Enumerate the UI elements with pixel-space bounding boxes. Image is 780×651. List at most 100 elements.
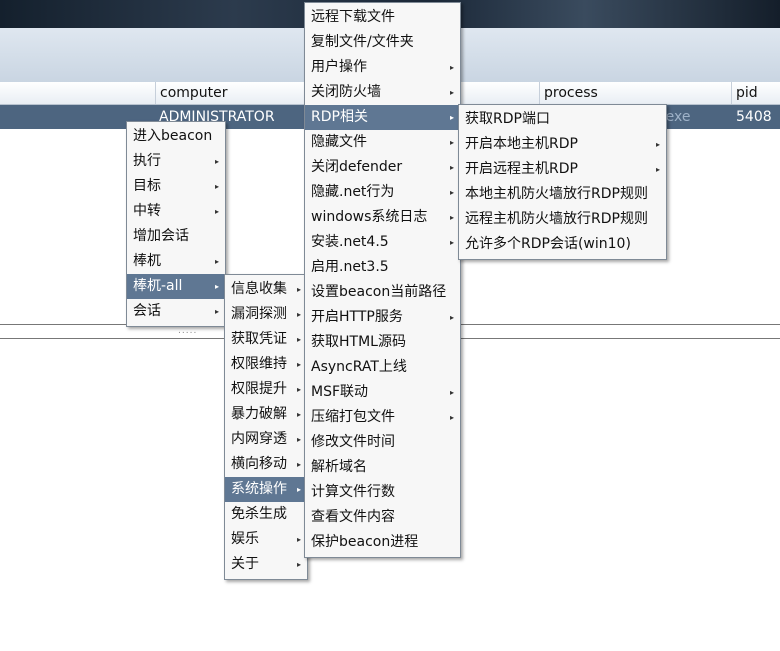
rdp-menu-item[interactable]: 开启远程主机RDP ▸ [459,157,666,182]
beacon-menu-item[interactable]: 目标 ▸ [127,174,225,199]
system-menu-item[interactable]: 查看文件内容 [305,505,460,530]
beacon-menu-item[interactable]: 进入beacon [127,124,225,149]
submenu-arrow-icon: ▸ [449,413,454,422]
submenu-arrow-icon: ▸ [449,138,454,147]
system-menu-item-label: RDP相关 [311,109,368,125]
submenu-arrow-icon: ▸ [296,410,301,419]
system-menu-item[interactable]: 解析域名 [305,455,460,480]
rdp-menu-item[interactable]: 获取RDP端口 [459,107,666,132]
submenu-arrow-icon: ▸ [214,307,219,316]
system-menu-item[interactable]: windows系统日志 ▸ [305,205,460,230]
all-menu-item-label: 系统操作 [231,481,287,497]
column-header-pid[interactable]: pid [731,82,780,104]
submenu-arrow-icon: ▸ [449,88,454,97]
all-menu-item[interactable]: 暴力破解 ▸ [225,402,307,427]
system-menu-item-label: 保护beacon进程 [311,534,419,550]
system-menu-item[interactable]: 隐藏文件 ▸ [305,130,460,155]
system-operation-submenu: 远程下载文件 复制文件/文件夹 用户操作 ▸ 关闭防火墙 ▸ RDP相关 ▸ 隐藏文件 ▸ 关闭de… [304,2,461,558]
all-menu-item[interactable]: 权限维持 ▸ [225,352,307,377]
system-menu-item-label: 用户操作 [311,59,367,75]
system-menu-item[interactable]: 复制文件/文件夹 [305,30,460,55]
system-menu-item[interactable]: 启用.net3.5 [305,255,460,280]
all-menu-item[interactable]: 系统操作 ▸ [225,477,307,502]
system-menu-item[interactable]: 用户操作 ▸ [305,55,460,80]
submenu-arrow-icon: ▸ [449,113,454,122]
rdp-menu-item-label: 开启本地主机RDP [465,136,578,152]
submenu-arrow-icon: ▸ [296,535,301,544]
all-menu-item-label: 信息收集 [231,281,287,297]
system-menu-item[interactable]: 远程下载文件 [305,5,460,30]
system-menu-item[interactable]: 安装.net4.5 ▸ [305,230,460,255]
rdp-menu-item[interactable]: 开启本地主机RDP ▸ [459,132,666,157]
all-menu-item[interactable]: 获取凭证 ▸ [225,327,307,352]
submenu-arrow-icon: ▸ [296,335,301,344]
rdp-submenu: 获取RDP端口开启本地主机RDP ▸ 开启远程主机RDP ▸ 本地主机防火墙放行RDP规… [458,104,667,260]
beacon-menu-item[interactable]: 棒杌-all ▸ [127,274,225,299]
beacon-menu-item[interactable]: 执行 ▸ [127,149,225,174]
system-menu-item[interactable]: 保护beacon进程 [305,530,460,555]
submenu-arrow-icon: ▸ [296,485,301,494]
submenu-arrow-icon: ▸ [655,165,660,174]
submenu-arrow-icon: ▸ [449,188,454,197]
rdp-menu-item[interactable]: 允许多个RDP会话(win10) [459,232,666,257]
submenu-arrow-icon: ▸ [655,140,660,149]
submenu-arrow-icon: ▸ [449,238,454,247]
all-menu-item[interactable]: 娱乐 ▸ [225,527,307,552]
rdp-menu-item-label: 远程主机防火墙放行RDP规则 [465,211,648,227]
system-menu-item-label: 压缩打包文件 [311,409,395,425]
all-menu-item[interactable]: 信息收集 ▸ [225,277,307,302]
system-menu-item-label: 计算文件行数 [311,484,395,500]
submenu-arrow-icon: ▸ [296,285,301,294]
rdp-menu-item-label: 开启远程主机RDP [465,161,578,177]
column-header-process[interactable]: process [539,82,732,104]
system-menu-item[interactable]: RDP相关 ▸ [305,105,460,130]
submenu-arrow-icon: ▸ [214,182,219,191]
system-menu-item[interactable]: 设置beacon当前路径 [305,280,460,305]
system-menu-item-label: windows系统日志 [311,209,428,225]
all-menu-item-label: 娱乐 [231,531,259,547]
all-menu-item-label: 权限维持 [231,356,287,372]
system-menu-item-label: 设置beacon当前路径 [311,284,447,300]
beacon-menu-item-label: 增加会话 [133,228,189,244]
system-menu-item[interactable]: 隐藏.net行为 ▸ [305,180,460,205]
system-menu-item-label: AsyncRAT上线 [311,359,407,375]
all-menu-item-label: 暴力破解 [231,406,287,422]
beacon-menu-item-label: 目标 [133,178,161,194]
beacon-menu-item[interactable]: 棒杌 ▸ [127,249,225,274]
beacon-menu-item-label: 执行 [133,153,161,169]
system-menu-item-label: 隐藏.net行为 [311,184,395,200]
splitter-handle[interactable]: ..... [178,326,197,336]
all-menu-item[interactable]: 权限提升 ▸ [225,377,307,402]
beacon-menu-item-label: 进入beacon [133,128,213,144]
all-menu-item[interactable]: 免杀生成 [225,502,307,527]
system-menu-item-label: 启用.net3.5 [311,259,389,275]
all-menu-item[interactable]: 关于 ▸ [225,552,307,577]
submenu-arrow-icon: ▸ [296,460,301,469]
beacon-menu-item[interactable]: 会话 ▸ [127,299,225,324]
system-menu-item[interactable]: 修改文件时间 [305,430,460,455]
rdp-menu-item-label: 允许多个RDP会话(win10) [465,236,631,252]
rdp-menu-item-label: 获取RDP端口 [465,111,550,127]
beacon-menu-item-label: 会话 [133,303,161,319]
beacon-menu-item-label: 棒杌 [133,253,161,269]
all-menu-item[interactable]: 横向移动 ▸ [225,452,307,477]
all-menu-item[interactable]: 内网穿透 ▸ [225,427,307,452]
system-menu-item[interactable]: AsyncRAT上线 [305,355,460,380]
system-menu-item[interactable]: MSF联动 ▸ [305,380,460,405]
beacon-menu-item-label: 中转 [133,203,161,219]
system-menu-item[interactable]: 开启HTTP服务 ▸ [305,305,460,330]
beacon-menu-item[interactable]: 增加会话 [127,224,225,249]
submenu-arrow-icon: ▸ [449,163,454,172]
system-menu-item[interactable]: 关闭防火墙 ▸ [305,80,460,105]
system-menu-item[interactable]: 关闭defender ▸ [305,155,460,180]
rdp-menu-item[interactable]: 本地主机防火墙放行RDP规则 [459,182,666,207]
submenu-arrow-icon: ▸ [296,385,301,394]
beacon-menu-item[interactable]: 中转 ▸ [127,199,225,224]
system-menu-item[interactable]: 获取HTML源码 [305,330,460,355]
system-menu-item[interactable]: 计算文件行数 [305,480,460,505]
rdp-menu-item[interactable]: 远程主机防火墙放行RDP规则 [459,207,666,232]
all-submenu: 信息收集 ▸ 漏洞探测 ▸ 获取凭证 ▸ 权限维持 ▸ 权限提升 ▸ 暴力破解 ▸ 内网穿透 ▸ 横向移动 ▸… [224,274,308,580]
all-menu-item[interactable]: 漏洞探测 ▸ [225,302,307,327]
submenu-arrow-icon: ▸ [214,282,219,291]
system-menu-item[interactable]: 压缩打包文件 ▸ [305,405,460,430]
